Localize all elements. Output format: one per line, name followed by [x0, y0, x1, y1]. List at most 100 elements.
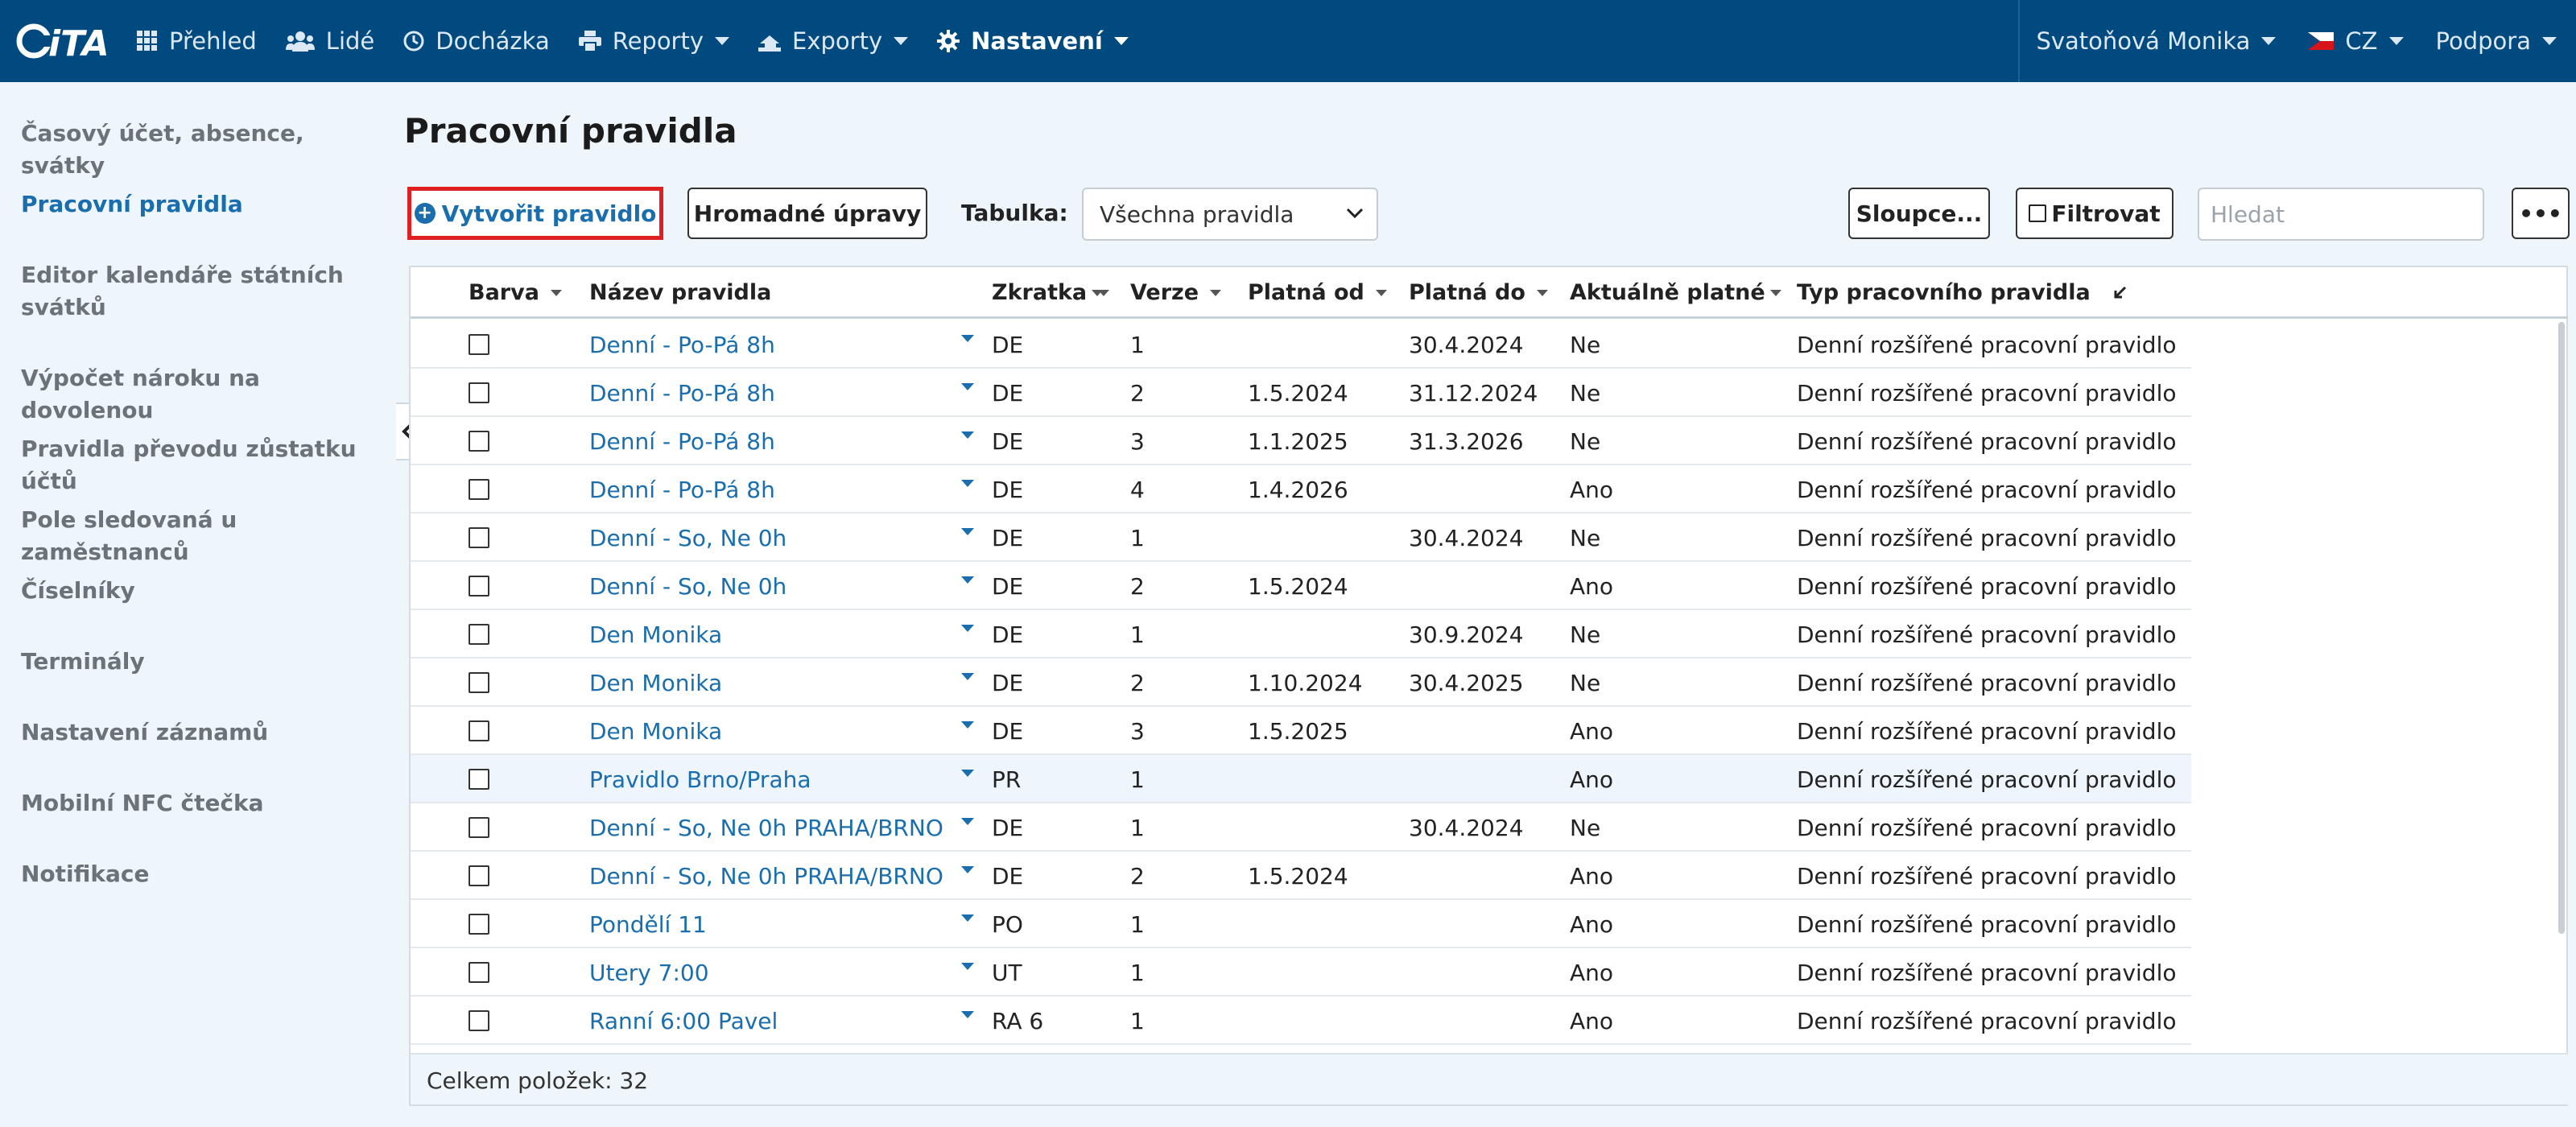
table-row[interactable]: Den Monika DE 1 30.9.2024 Ne Denní rozšířené … — [411, 610, 2191, 658]
more-options-button[interactable]: ••• — [2512, 188, 2570, 239]
row-dropdown-caret-icon[interactable] — [961, 576, 974, 584]
col-header-zkratka[interactable]: Zkratka — [992, 280, 1110, 305]
table-row[interactable]: Den Monika DE 3 1.5.2025 Ano Denní rozšířené … — [411, 707, 2191, 755]
table-row[interactable]: Ranní 6:00 Pavel RA 6 1 Ano Denní rozšířené … — [411, 997, 2191, 1045]
table-row[interactable]: Pravidlo Brno/Praha PR 1 Ano Denní rozšířené… — [411, 755, 2191, 803]
bulk-edit-button[interactable]: Hromadné úpravy — [687, 188, 927, 239]
color-checkbox[interactable] — [469, 382, 489, 403]
sidebar-item-mobilni-nfc[interactable]: Mobilní NFC čtečka — [21, 787, 383, 819]
rule-name-link[interactable]: Pondělí 11 — [589, 911, 707, 938]
rule-name-link[interactable]: Denní - So, Ne 0h — [589, 525, 786, 551]
rule-name-link[interactable]: Denní - Po-Pá 8h — [589, 332, 775, 358]
col-header-platna-od[interactable]: Platná od — [1248, 280, 1387, 305]
rule-name-link[interactable]: Den Monika — [589, 718, 722, 745]
table-row[interactable]: Den Monika DE 2 1.10.2024 30.4.2025 Ne Denní r… — [411, 658, 2191, 707]
table-row[interactable]: Denní - So, Ne 0h PRAHA/BRNO DE 1 30.4.2024… — [411, 803, 2191, 852]
row-dropdown-caret-icon[interactable] — [961, 335, 974, 342]
rule-name-link[interactable]: Denní - Po-Pá 8h — [589, 380, 775, 407]
color-checkbox[interactable] — [469, 1010, 489, 1031]
nav-prehled[interactable]: Přehled — [122, 0, 271, 82]
table-row[interactable]: Denní - Po-Pá 8h DE 2 1.5.2024 31.12.2024 Ne D… — [411, 369, 2191, 417]
table-row[interactable]: Denní - Po-Pá 8h DE 1 30.4.2024 Ne Denní rozš… — [411, 320, 2191, 369]
sidebar-item-ciselniky[interactable]: Číselníky — [21, 575, 383, 607]
row-dropdown-caret-icon[interactable] — [961, 625, 974, 632]
rule-name-link[interactable]: Den Monika — [589, 621, 722, 648]
color-checkbox[interactable] — [469, 865, 489, 886]
chevron-down-icon — [715, 37, 730, 45]
color-checkbox[interactable] — [469, 769, 489, 790]
row-dropdown-caret-icon[interactable] — [961, 528, 974, 535]
color-checkbox[interactable] — [469, 576, 489, 597]
rule-name-link[interactable]: Pravidlo Brno/Praha — [589, 766, 811, 793]
filter-button[interactable]: Filtrovat — [2016, 188, 2174, 239]
columns-button[interactable]: Sloupce... — [1848, 188, 1990, 239]
color-checkbox[interactable] — [469, 479, 489, 500]
row-dropdown-caret-icon[interactable] — [961, 866, 974, 873]
color-checkbox[interactable] — [469, 672, 489, 693]
row-dropdown-caret-icon[interactable] — [961, 914, 974, 922]
sidebar-item-notifikace[interactable]: Notifikace — [21, 858, 383, 890]
support-menu[interactable]: Podpora — [2420, 0, 2576, 82]
table-row[interactable]: Utery 7:00 UT 1 Ano Denní rozšířené pracovní… — [411, 948, 2191, 997]
language-menu[interactable]: CZ — [2292, 0, 2419, 82]
rule-name-link[interactable]: Den Monika — [589, 670, 722, 696]
nav-exporty[interactable]: Exporty — [744, 0, 923, 82]
sidebar-item-nastaveni-zaznamu[interactable]: Nastavení záznamů — [21, 716, 383, 749]
rule-version: 1 — [1130, 1008, 1145, 1034]
color-checkbox[interactable] — [469, 914, 489, 935]
row-dropdown-caret-icon[interactable] — [961, 383, 974, 390]
table-row[interactable]: Denní - So, Ne 0h DE 1 30.4.2024 Ne Denní roz… — [411, 514, 2191, 562]
create-rule-button[interactable]: + Vytvořit pravidlo — [407, 187, 663, 240]
color-checkbox[interactable] — [469, 624, 489, 645]
rule-name-link[interactable]: Denní - So, Ne 0h PRAHA/BRNO — [589, 863, 943, 890]
table-row[interactable]: Denní - Po-Pá 8h DE 4 1.4.2026 Ano Denní rozš… — [411, 465, 2191, 514]
row-dropdown-caret-icon[interactable] — [961, 770, 974, 777]
sidebar-item-terminaly[interactable]: Terminály — [21, 646, 383, 678]
row-dropdown-caret-icon[interactable] — [961, 673, 974, 680]
table-select[interactable]: Všechna pravidla — [1082, 188, 1378, 241]
sidebar-item-casovy-ucet[interactable]: Časový účet, absence, svátky — [21, 118, 383, 182]
user-menu[interactable]: Svatoňová Monika — [2020, 0, 2292, 82]
nav-lide[interactable]: Lidé — [271, 0, 389, 82]
color-checkbox[interactable] — [469, 817, 489, 838]
table-row[interactable]: Pondělí 11 PO 1 Ano Denní rozšířené pracovní… — [411, 900, 2191, 948]
row-dropdown-caret-icon[interactable] — [961, 431, 974, 439]
row-dropdown-caret-icon[interactable] — [961, 963, 974, 970]
table-row[interactable]: Denní - So, Ne 0h PRAHA/BRNO DE 2 1.5.2024 A… — [411, 852, 2191, 900]
row-dropdown-caret-icon[interactable] — [961, 721, 974, 729]
col-header-platna-do[interactable]: Platná do — [1409, 280, 1548, 305]
color-checkbox[interactable] — [469, 431, 489, 452]
nav-nastaveni[interactable]: Nastavení — [923, 0, 1143, 82]
col-header-barva[interactable]: Barva — [469, 280, 562, 305]
rule-name-link[interactable]: Denní - Po-Pá 8h — [589, 477, 775, 503]
table-scrollbar[interactable] — [2558, 322, 2565, 934]
table-row[interactable]: Denní - So, Ne 0h DE 2 1.5.2024 Ano Denní roz… — [411, 562, 2191, 610]
nav-dochazka[interactable]: Docházka — [389, 0, 564, 82]
color-checkbox[interactable] — [469, 720, 489, 741]
rule-name-link[interactable]: Denní - So, Ne 0h PRAHA/BRNO — [589, 815, 943, 841]
search-input[interactable] — [2198, 188, 2484, 241]
col-header-typ[interactable]: Typ pracovního pravidla — [1797, 280, 2128, 305]
row-dropdown-caret-icon[interactable] — [961, 480, 974, 487]
sidebar-item-editor-kalendare-cont[interactable]: svátků — [21, 291, 383, 324]
sidebar-item-pravidla-prevodu[interactable]: Pravidla převodu zůstatku účtů — [21, 433, 383, 497]
rule-name-link[interactable]: Denní - So, Ne 0h — [589, 573, 786, 600]
row-dropdown-caret-icon[interactable] — [961, 818, 974, 825]
color-checkbox[interactable] — [469, 334, 489, 355]
col-header-verze[interactable]: Verze — [1130, 280, 1222, 305]
row-dropdown-caret-icon[interactable] — [961, 1011, 974, 1018]
sidebar-item-editor-kalendare[interactable]: Editor kalendáře státních — [21, 259, 383, 291]
sidebar-item-vypocet-naroku[interactable]: Výpočet nároku na dovolenou — [21, 362, 383, 427]
sidebar-item-pracovni-pravidla[interactable]: Pracovní pravidla — [21, 188, 383, 221]
color-checkbox[interactable] — [469, 527, 489, 548]
col-header-aktualne[interactable]: Aktuálně platné — [1570, 280, 1781, 305]
sidebar-item-pole-sledovana[interactable]: Pole sledovaná u zaměstnanců — [21, 504, 383, 568]
cita-logo[interactable]: iTA — [0, 0, 122, 82]
chevron-down-icon — [2388, 37, 2404, 45]
color-checkbox[interactable] — [469, 962, 489, 983]
rule-name-link[interactable]: Denní - Po-Pá 8h — [589, 428, 775, 455]
table-row[interactable]: Denní - Po-Pá 8h DE 3 1.1.2025 31.3.2026 Ne De… — [411, 417, 2191, 465]
rule-name-link[interactable]: Utery 7:00 — [589, 960, 709, 986]
nav-reporty[interactable]: Reporty — [564, 0, 744, 82]
rule-name-link[interactable]: Ranní 6:00 Pavel — [589, 1008, 778, 1034]
